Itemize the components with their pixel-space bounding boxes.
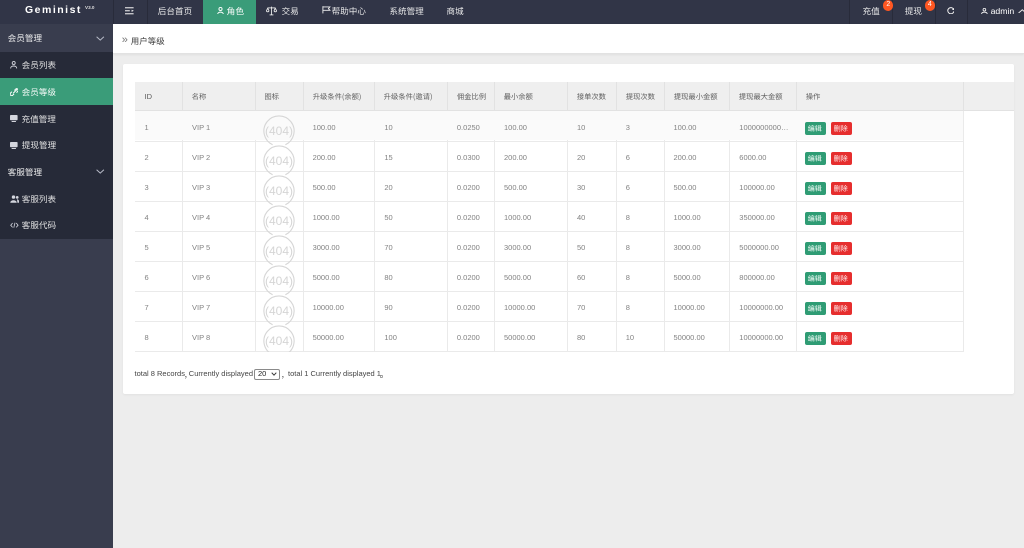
svg-text:(404): (404) [265, 244, 293, 258]
svg-text:(404): (404) [265, 214, 293, 228]
svg-text:(404): (404) [265, 304, 293, 318]
svg-text:(404): (404) [265, 124, 293, 138]
svg-text:(404): (404) [265, 274, 293, 288]
svg-text:(404): (404) [265, 334, 293, 348]
svg-text:(404): (404) [265, 154, 293, 168]
svg-text:(404): (404) [265, 184, 293, 198]
